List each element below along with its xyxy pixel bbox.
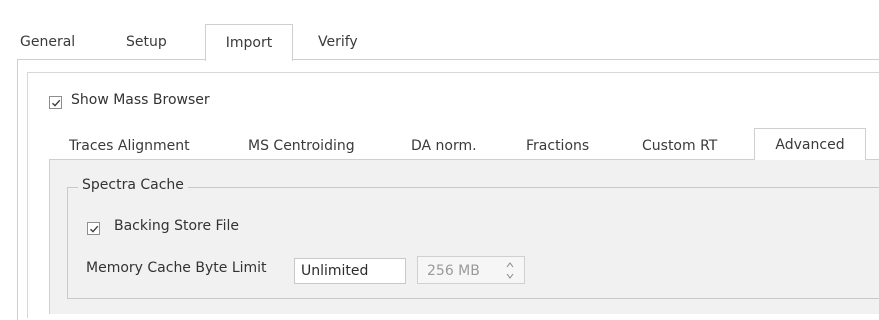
backing-store-file-checkbox[interactable]: [87, 222, 100, 235]
tab-da-norm-label: DA norm.: [411, 138, 477, 154]
memory-cache-size-spinbox[interactable]: 256 MB: [417, 256, 525, 284]
memory-cache-limit-dropdown[interactable]: Unlimited: [294, 258, 406, 284]
checkmark-icon: [90, 225, 99, 233]
tab-import[interactable]: Import: [205, 24, 293, 61]
tab-custom-rt-label: Custom RT: [642, 138, 718, 154]
show-mass-browser-label: Show Mass Browser: [71, 92, 210, 108]
import-sub-tab-bar: Traces Alignment MS Centroiding DA norm.…: [48, 128, 879, 160]
tab-fractions[interactable]: Fractions: [526, 132, 606, 160]
top-tab-bar: General Setup Import Verify: [20, 24, 879, 61]
spin-up-icon[interactable]: [505, 261, 515, 269]
tab-verify[interactable]: Verify: [318, 30, 374, 60]
tab-import-label: Import: [225, 35, 273, 51]
tab-fractions-label: Fractions: [526, 138, 590, 154]
tab-verify-label: Verify: [318, 34, 358, 50]
tab-da-norm[interactable]: DA norm.: [411, 132, 493, 160]
spectra-cache-title: Spectra Cache: [78, 177, 188, 193]
spin-down-icon[interactable]: [505, 272, 515, 280]
tab-traces-alignment[interactable]: Traces Alignment: [69, 132, 219, 160]
backing-store-file-label: Backing Store File: [114, 218, 239, 234]
checkmark-icon: [52, 99, 61, 107]
tab-general[interactable]: General: [20, 30, 98, 60]
tab-ms-centroiding-label: MS Centroiding: [248, 138, 355, 154]
tab-general-label: General: [20, 34, 76, 50]
tab-setup-label: Setup: [126, 34, 167, 50]
memory-cache-size-value: 256 MB: [427, 263, 480, 279]
memory-cache-byte-limit-label: Memory Cache Byte Limit: [86, 260, 267, 276]
show-mass-browser-checkbox[interactable]: [49, 96, 62, 109]
tab-traces-alignment-label: Traces Alignment: [69, 138, 190, 154]
tab-ms-centroiding[interactable]: MS Centroiding: [248, 132, 376, 160]
memory-cache-limit-value: Unlimited: [301, 263, 369, 279]
tab-setup[interactable]: Setup: [126, 30, 186, 60]
tab-custom-rt[interactable]: Custom RT: [642, 132, 736, 160]
tab-advanced-label: Advanced: [775, 137, 845, 153]
tab-advanced[interactable]: Advanced: [754, 128, 866, 160]
